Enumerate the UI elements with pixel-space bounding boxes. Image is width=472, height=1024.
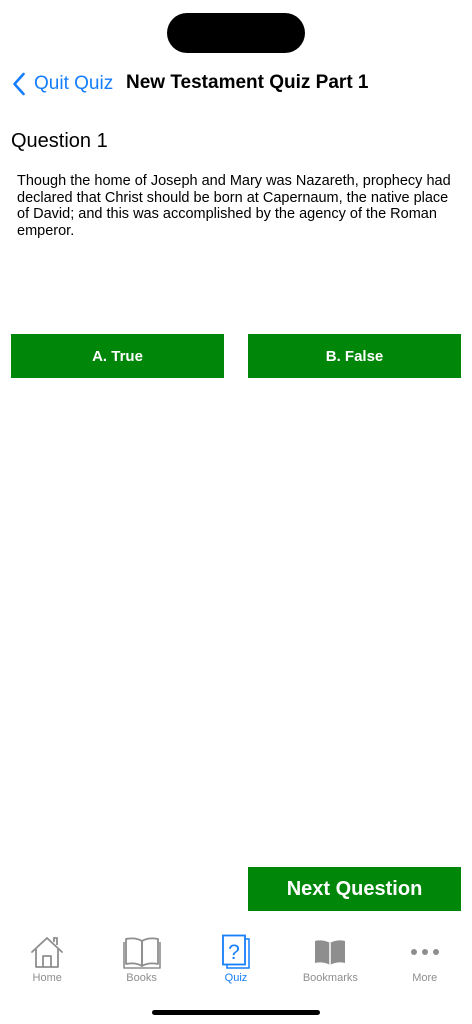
question-text: Though the home of Joseph and Mary was N… [17, 173, 451, 239]
tab-books[interactable]: Books [94, 928, 188, 990]
tab-bookmarks[interactable]: Bookmarks [283, 928, 377, 990]
home-indicator[interactable] [152, 1010, 320, 1015]
svg-text:?: ? [228, 941, 240, 964]
chevron-left-icon [12, 72, 26, 96]
answer-a-button[interactable]: A. True [11, 334, 224, 378]
tab-bar: Home Books ? Quiz Bookmarks More [0, 928, 472, 990]
tab-quiz-label: Quiz [224, 972, 248, 984]
quit-quiz-label: Quit Quiz [34, 73, 114, 94]
navigation-bar: Quit Quiz New Testament Quiz Part 1 [0, 62, 472, 106]
book-icon [122, 934, 162, 970]
more-icon [405, 934, 445, 970]
dynamic-island [167, 13, 305, 53]
tab-more[interactable]: More [378, 928, 472, 990]
next-question-button[interactable]: Next Question [248, 867, 461, 911]
tab-home-label: Home [32, 972, 62, 984]
page-title: New Testament Quiz Part 1 [126, 72, 369, 93]
answer-b-button[interactable]: B. False [248, 334, 461, 378]
quit-quiz-button[interactable]: Quit Quiz [12, 70, 113, 98]
tab-quiz[interactable]: ? Quiz [189, 928, 283, 990]
tab-more-label: More [412, 972, 438, 984]
quiz-icon: ? [216, 934, 256, 970]
home-icon [27, 934, 67, 970]
tab-home[interactable]: Home [0, 928, 94, 990]
bookmarks-icon [310, 934, 350, 970]
tab-books-label: Books [126, 972, 157, 984]
question-heading: Question 1 [11, 130, 108, 152]
tab-bookmarks-label: Bookmarks [302, 972, 358, 984]
